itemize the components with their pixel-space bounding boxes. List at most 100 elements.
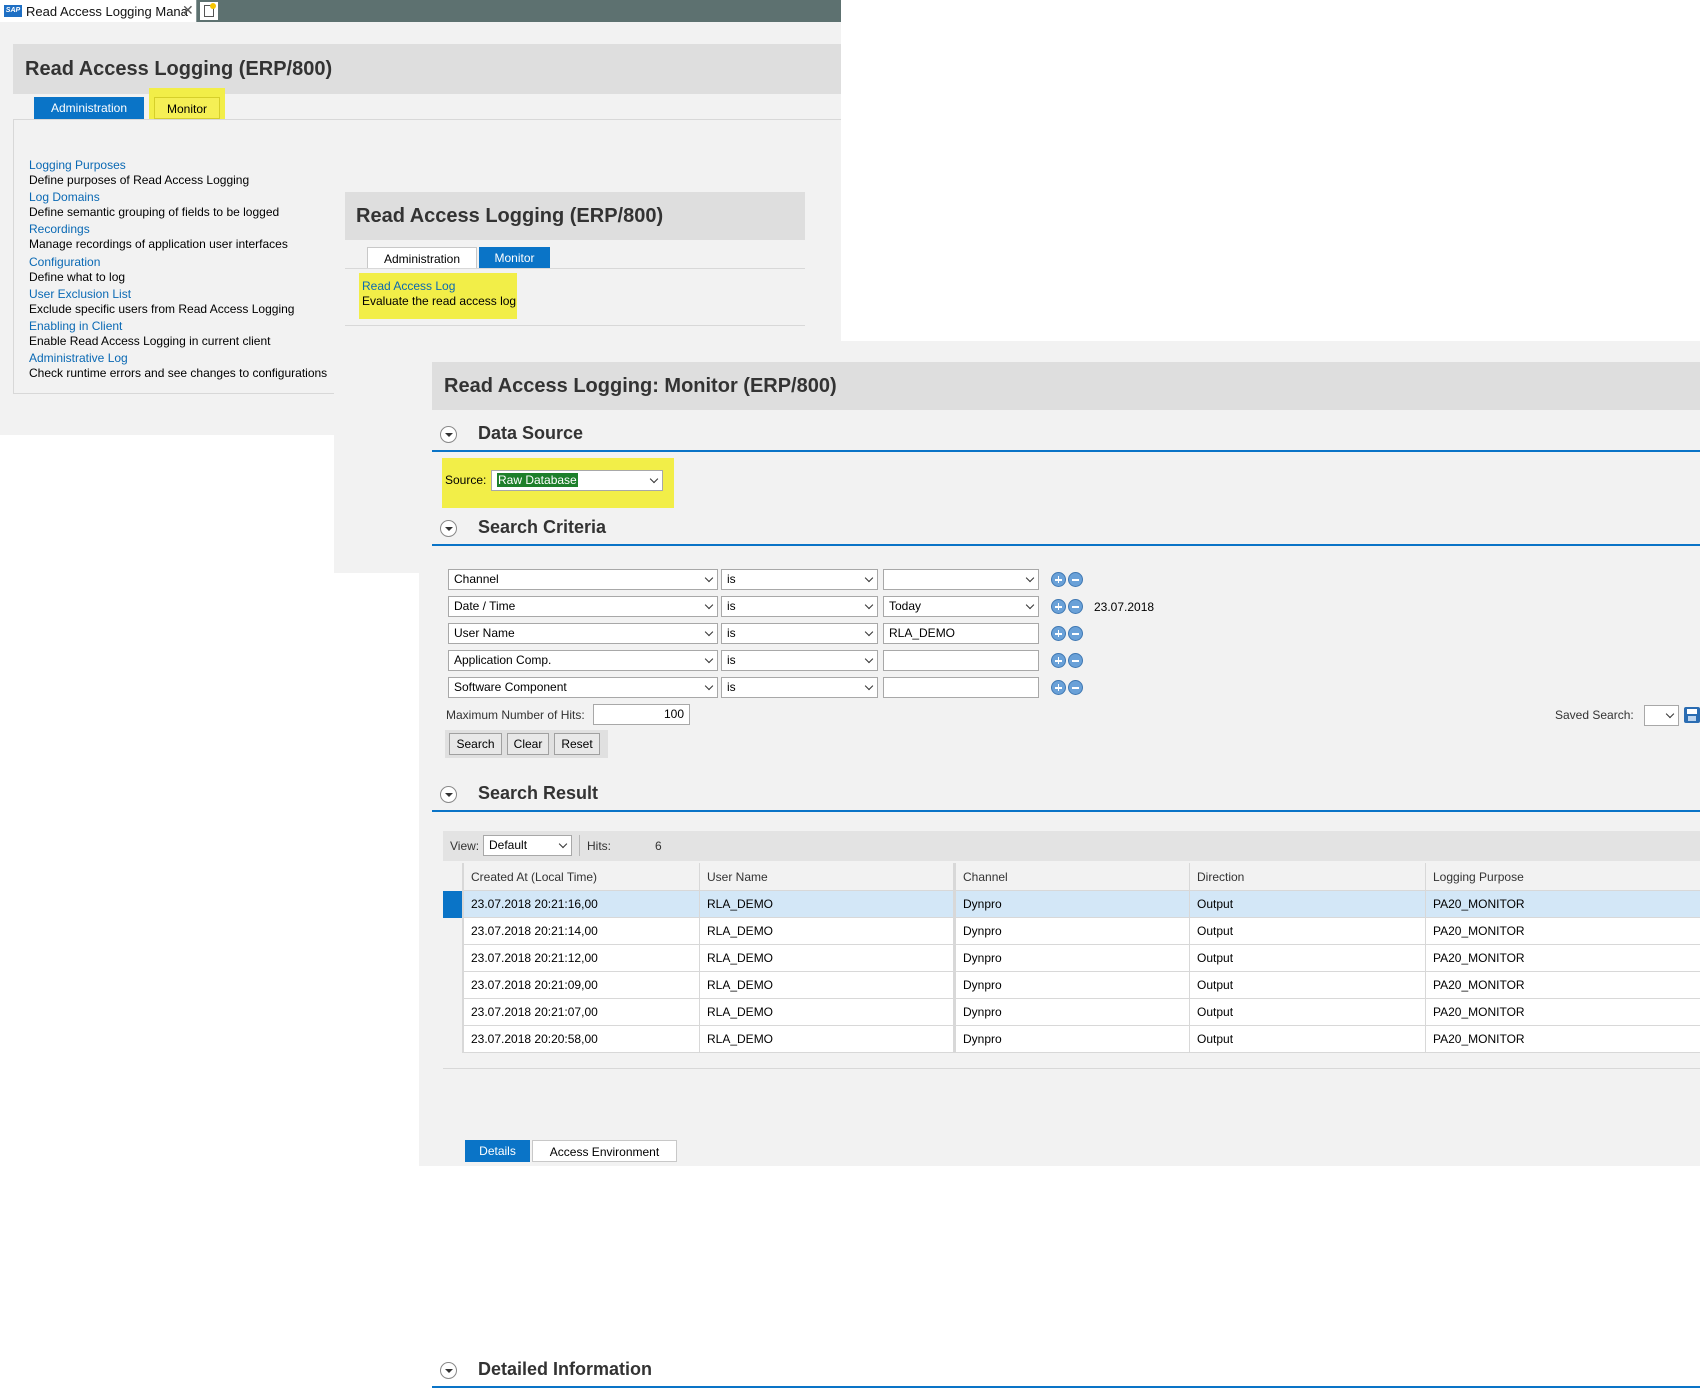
saved-search-select[interactable] (1644, 705, 1679, 726)
chevron-down-icon (704, 681, 714, 691)
cell-logging-purpose: PA20_MONITOR (1425, 972, 1700, 999)
chevron-down-icon (704, 600, 714, 610)
criteria-value-input[interactable]: RLA_DEMO (883, 623, 1039, 644)
save-icon[interactable] (1684, 707, 1700, 723)
cell-user-name: RLA_DEMO (699, 945, 953, 972)
add-row-icon[interactable] (1051, 626, 1066, 641)
tab-administration[interactable]: Administration (34, 97, 144, 119)
add-row-icon[interactable] (1051, 599, 1066, 614)
browser-tab[interactable]: SAP Read Access Logging Mana ✕ (0, 0, 197, 22)
row-selector[interactable] (443, 972, 463, 999)
column-header-channel[interactable]: Channel (953, 863, 1189, 891)
row-selector[interactable] (443, 999, 463, 1026)
close-tab-icon[interactable]: ✕ (182, 2, 194, 19)
criteria-operator-select[interactable]: is (721, 650, 878, 671)
remove-row-icon[interactable] (1068, 653, 1083, 668)
clear-button[interactable]: Clear (507, 733, 549, 755)
chevron-down-icon (864, 654, 874, 664)
add-row-icon[interactable] (1051, 653, 1066, 668)
remove-row-icon[interactable] (1068, 599, 1083, 614)
tab-monitor[interactable]: Monitor (154, 97, 220, 119)
monitor-menu: Read Access Log Evaluate the read access… (345, 268, 805, 326)
tab-monitor[interactable]: Monitor (479, 247, 550, 269)
criteria-field: User Name (454, 626, 515, 640)
max-hits-input[interactable]: 100 (593, 704, 690, 725)
criteria-value-input[interactable] (883, 650, 1039, 671)
section-detailed-information: Detailed Information (432, 1356, 1700, 1388)
criteria-operator-select[interactable]: is (721, 677, 878, 698)
tab-administration[interactable]: Administration (367, 247, 477, 269)
column-header-logging-purpose[interactable]: Logging Purpose (1425, 863, 1700, 891)
row-selector[interactable] (443, 891, 463, 918)
row-selector[interactable] (443, 1026, 463, 1053)
cell-logging-purpose: PA20_MONITOR (1425, 918, 1700, 945)
cell-channel: Dynpro (953, 945, 1189, 972)
new-tab-icon[interactable] (200, 2, 218, 20)
collapse-toggle-icon[interactable] (440, 786, 457, 803)
link-configuration[interactable]: Configuration (29, 255, 100, 269)
link-administrative-log[interactable]: Administrative Log (29, 351, 128, 365)
criteria-value-select[interactable] (883, 569, 1039, 590)
criteria-value-select[interactable]: Today (883, 596, 1039, 617)
criteria-field-select[interactable]: Channel (448, 569, 718, 590)
cell-logging-purpose: PA20_MONITOR (1425, 891, 1700, 918)
remove-row-icon[interactable] (1068, 626, 1083, 641)
criteria-operator-select[interactable]: is (721, 596, 878, 617)
add-row-icon[interactable] (1051, 680, 1066, 695)
criteria-field-select[interactable]: Software Component (448, 677, 718, 698)
collapse-toggle-icon[interactable] (440, 1362, 457, 1379)
desc-configuration: Define what to log (29, 270, 126, 284)
add-row-icon[interactable] (1051, 572, 1066, 587)
link-recordings[interactable]: Recordings (29, 222, 90, 236)
link-log-domains[interactable]: Log Domains (29, 190, 100, 204)
cell-channel: Dynpro (953, 999, 1189, 1026)
chevron-down-icon (704, 654, 714, 664)
column-header-created-at[interactable]: Created At (Local Time) (463, 863, 699, 891)
chevron-down-icon (864, 573, 874, 583)
link-user-exclusion-list[interactable]: User Exclusion List (29, 287, 131, 301)
table-row[interactable]: 23.07.2018 20:20:58,00 RLA_DEMO Dynpro Outp… (443, 1026, 1700, 1053)
row-selector[interactable] (443, 945, 463, 972)
table-row[interactable]: 23.07.2018 20:21:09,00 RLA_DEMO Dynpro Outp… (443, 972, 1700, 999)
criteria-value: RLA_DEMO (889, 626, 956, 640)
criteria-operator-select[interactable]: is (721, 569, 878, 590)
table-row[interactable]: 23.07.2018 20:21:12,00 RLA_DEMO Dynpro Outp… (443, 945, 1700, 972)
section-title: Search Criteria (478, 517, 607, 537)
source-select[interactable]: Raw Database (491, 470, 663, 491)
search-button[interactable]: Search (449, 733, 502, 755)
source-label: Source: (445, 473, 487, 487)
link-read-access-log[interactable]: Read Access Log (362, 279, 455, 293)
desc-log-domains: Define semantic grouping of fields to be… (29, 205, 280, 219)
monitor-tab-page-title: Read Access Logging (ERP/800) (345, 192, 805, 240)
view-select[interactable]: Default (483, 835, 572, 856)
collapse-toggle-icon[interactable] (440, 426, 457, 443)
cell-created-at: 23.07.2018 20:21:12,00 (463, 945, 699, 972)
remove-row-icon[interactable] (1068, 572, 1083, 587)
table-row[interactable]: 23.07.2018 20:21:07,00 RLA_DEMO Dynpro Outp… (443, 999, 1700, 1026)
link-enabling-in-client[interactable]: Enabling in Client (29, 319, 122, 333)
table-row[interactable]: 23.07.2018 20:21:16,00 RLA_DEMO Dynpro Outp… (443, 891, 1700, 918)
cell-direction: Output (1189, 972, 1425, 999)
view-value: Default (489, 838, 528, 852)
criteria-value-input[interactable] (883, 677, 1039, 698)
reset-button[interactable]: Reset (554, 733, 600, 755)
cell-direction: Output (1189, 999, 1425, 1026)
tab-access-environment[interactable]: Access Environment (532, 1140, 677, 1162)
tab-details[interactable]: Details (465, 1140, 530, 1162)
column-header-direction[interactable]: Direction (1189, 863, 1425, 891)
cell-logging-purpose: PA20_MONITOR (1425, 945, 1700, 972)
column-header-user-name[interactable]: User Name (699, 863, 953, 891)
criteria-field-select[interactable]: Application Comp. (448, 650, 718, 671)
remove-row-icon[interactable] (1068, 680, 1083, 695)
section-title: Detailed Information (478, 1359, 653, 1379)
criteria-field-select[interactable]: Date / Time (448, 596, 718, 617)
collapse-toggle-icon[interactable] (440, 520, 457, 537)
link-logging-purposes[interactable]: Logging Purposes (29, 158, 126, 172)
criteria-field: Channel (454, 572, 499, 586)
criteria-operator-select[interactable]: is (721, 623, 878, 644)
criteria-field-select[interactable]: User Name (448, 623, 718, 644)
row-selector[interactable] (443, 918, 463, 945)
select-all-cell[interactable] (443, 863, 463, 891)
table-row[interactable]: 23.07.2018 20:21:14,00 RLA_DEMO Dynpro Outp… (443, 918, 1700, 945)
chevron-down-icon (864, 600, 874, 610)
